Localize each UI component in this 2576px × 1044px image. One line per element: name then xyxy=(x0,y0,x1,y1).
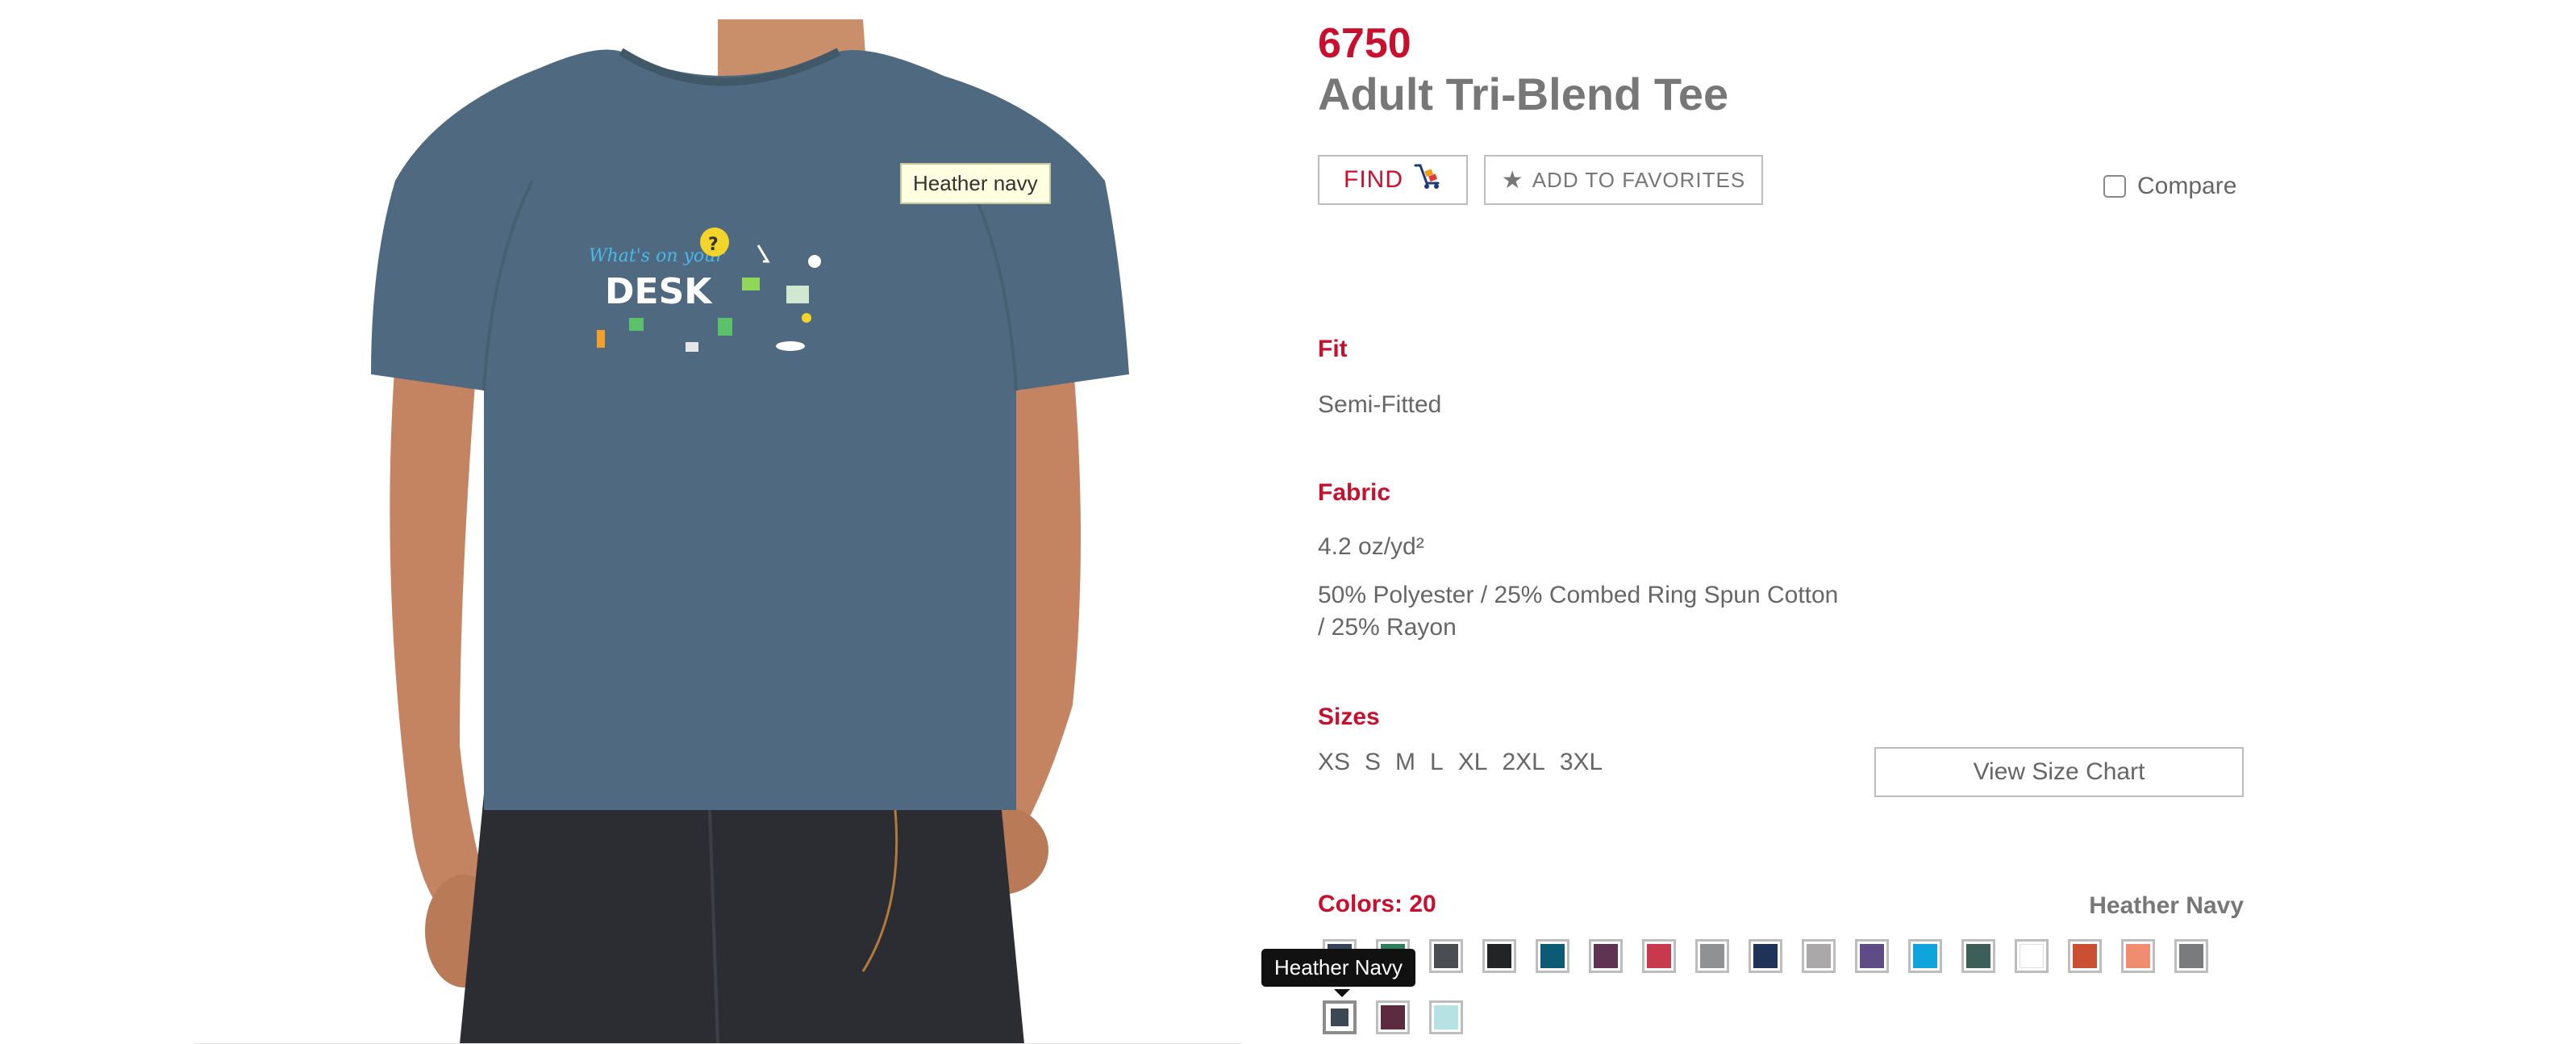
swatch-chip xyxy=(1540,944,1565,968)
swatch-chip xyxy=(1966,944,1990,968)
swatch-chip xyxy=(2126,944,2150,968)
swatch-white[interactable] xyxy=(2015,939,2049,973)
style-number: 6750 xyxy=(1318,20,1411,67)
sizes-heading: Sizes xyxy=(1318,704,1380,730)
tooltip-arrow xyxy=(1334,989,1350,997)
swatch-chip xyxy=(1753,944,1778,968)
swatch-emerald-grey[interactable] xyxy=(1961,939,1995,973)
fabric-weight: 4.2 oz/yd² xyxy=(1318,533,1424,560)
size-l: L xyxy=(1430,749,1444,775)
swatch-black[interactable] xyxy=(1482,939,1516,973)
find-button[interactable]: FIND xyxy=(1318,155,1468,205)
swatch-chip xyxy=(1647,944,1671,968)
swatch-plum[interactable] xyxy=(1589,939,1623,973)
swatch-purple[interactable] xyxy=(1855,939,1889,973)
swatch-charcoal[interactable] xyxy=(1429,939,1463,973)
hand-truck-icon xyxy=(1413,163,1442,197)
fabric-content: 50% Polyester / 25% Combed Ring Spun Cot… xyxy=(1318,579,1838,644)
fabric-heading: Fabric xyxy=(1318,479,1391,506)
swatch-chip xyxy=(1331,1009,1348,1026)
swatch-chip xyxy=(2073,944,2097,968)
swatch-chip xyxy=(1434,1005,1458,1029)
swatch-chip xyxy=(2179,944,2203,968)
view-size-chart-button[interactable]: View Size Chart xyxy=(1874,747,2244,797)
svg-text:DESK: DESK xyxy=(605,271,713,312)
fit-value: Semi-Fitted xyxy=(1318,391,1442,418)
swatch-coral[interactable] xyxy=(2121,939,2155,973)
compare-label: Compare xyxy=(2137,173,2237,199)
size-3xl: 3XL xyxy=(1559,749,1603,775)
image-hover-tooltip: Heather navy xyxy=(900,163,1051,204)
color-swatches xyxy=(1323,939,2250,1034)
size-xl: XL xyxy=(1457,749,1488,775)
fabric-content-line1: 50% Polyester / 25% Combed Ring Spun Cot… xyxy=(1318,582,1839,608)
size-xs: XS xyxy=(1318,749,1351,775)
add-to-favorites-button[interactable]: ★ ADD TO FAVORITES xyxy=(1484,155,1763,205)
swatch-chip xyxy=(2020,944,2044,968)
swatch-heather-navy[interactable] xyxy=(1323,1000,1357,1034)
swatch-red[interactable] xyxy=(1642,939,1676,973)
swatch-aqua[interactable] xyxy=(1429,1000,1463,1034)
size-s: S xyxy=(1365,749,1382,775)
swatch-chip xyxy=(1860,944,1884,968)
swatch-chip xyxy=(1434,944,1458,968)
swatch-chip xyxy=(1487,944,1511,968)
swatch-chip xyxy=(1700,944,1724,968)
swatch-orange-red[interactable] xyxy=(2068,939,2102,973)
compare-toggle[interactable]: Compare xyxy=(2103,173,2236,200)
find-label: FIND xyxy=(1344,166,1403,193)
svg-text:?: ? xyxy=(708,235,719,255)
swatch-maroon[interactable] xyxy=(1376,1000,1410,1034)
star-icon: ★ xyxy=(1501,166,1524,194)
size-chart-label: View Size Chart xyxy=(1973,758,2145,785)
compare-checkbox[interactable] xyxy=(2103,175,2126,198)
swatch-chip xyxy=(1381,1005,1405,1029)
favorites-label: ADD TO FAVORITES xyxy=(1532,167,1746,192)
fabric-content-line2: / 25% Rayon xyxy=(1318,614,1457,641)
swatch-grey[interactable] xyxy=(1695,939,1729,973)
product-photo: What's on your DESK ? xyxy=(194,19,1242,1044)
swatch-navy[interactable] xyxy=(1749,939,1782,973)
size-2xl: 2XL xyxy=(1502,749,1545,775)
selected-color-name: Heather Navy xyxy=(2089,892,2244,919)
size-m: M xyxy=(1395,749,1416,775)
swatch-chip xyxy=(1594,944,1618,968)
swatch-dark-grey[interactable] xyxy=(2174,939,2208,973)
color-tooltip: Heather Navy xyxy=(1261,949,1415,987)
product-title: Adult Tri-Blend Tee xyxy=(1318,69,1729,119)
size-list: XS S M L XL 2XL 3XL xyxy=(1318,749,1603,776)
swatch-chip xyxy=(1913,944,1937,968)
swatch-chip xyxy=(1807,944,1831,968)
swatch-petrol-blue[interactable] xyxy=(1536,939,1569,973)
colors-heading: Colors: 20 xyxy=(1318,891,1436,917)
fit-heading: Fit xyxy=(1318,336,1348,362)
swatch-light-grey[interactable] xyxy=(1802,939,1836,973)
swatch-sapphire[interactable] xyxy=(1908,939,1942,973)
